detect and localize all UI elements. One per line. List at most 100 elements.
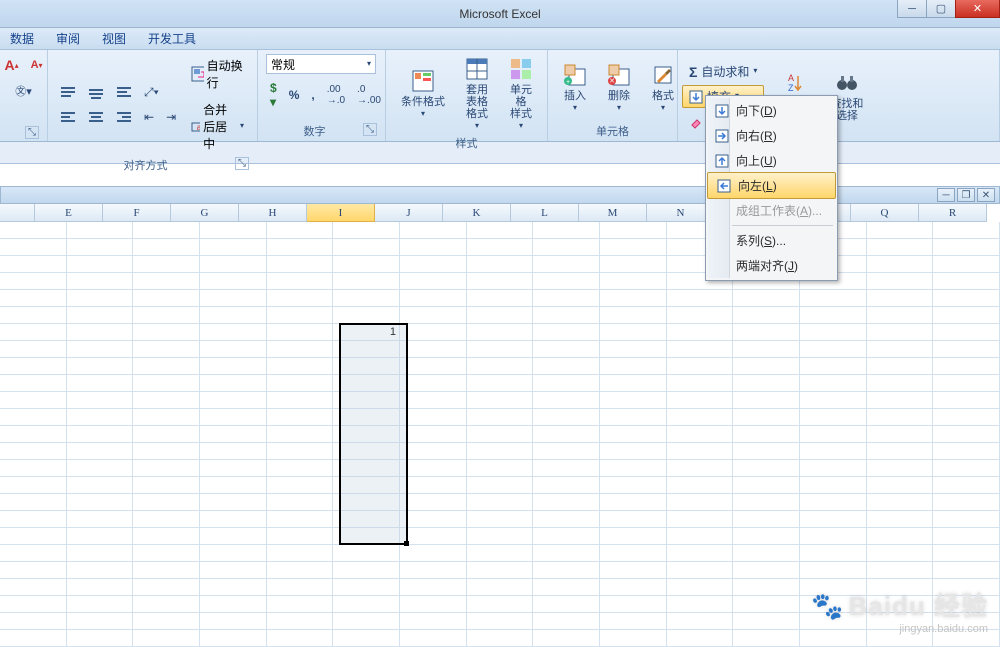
cell[interactable]: [667, 460, 734, 477]
cell[interactable]: [800, 579, 867, 596]
cell[interactable]: [400, 477, 467, 494]
cell[interactable]: [0, 511, 67, 528]
cell[interactable]: [400, 630, 467, 647]
cell[interactable]: [333, 256, 400, 273]
tab-data[interactable]: 数据: [10, 30, 34, 47]
cell[interactable]: [733, 613, 800, 630]
cell[interactable]: [600, 273, 667, 290]
cell[interactable]: [800, 341, 867, 358]
cell[interactable]: [733, 358, 800, 375]
cell[interactable]: [667, 324, 734, 341]
minimize-button[interactable]: ─: [897, 0, 927, 18]
cell[interactable]: [0, 596, 67, 613]
cell[interactable]: [933, 392, 1000, 409]
cell[interactable]: [933, 460, 1000, 477]
cell[interactable]: [200, 426, 267, 443]
col-header[interactable]: L: [511, 204, 579, 222]
cell[interactable]: [333, 460, 400, 477]
cell[interactable]: [67, 477, 134, 494]
cell[interactable]: [200, 307, 267, 324]
cell[interactable]: [400, 409, 467, 426]
orientation-button[interactable]: ⤢▾: [140, 82, 163, 103]
col-header[interactable]: K: [443, 204, 511, 222]
conditional-format-button[interactable]: 条件格式 ▾: [394, 66, 452, 121]
cell[interactable]: [867, 256, 934, 273]
cell[interactable]: [0, 273, 67, 290]
format-button[interactable]: 格式 ▾: [644, 60, 682, 115]
cell[interactable]: [933, 341, 1000, 358]
number-format-dropdown[interactable]: 常规 ▾: [266, 54, 376, 74]
align-bottom-button[interactable]: [112, 83, 136, 103]
cell[interactable]: [533, 460, 600, 477]
cell[interactable]: [333, 630, 400, 647]
cell[interactable]: [67, 290, 134, 307]
cell[interactable]: [67, 426, 134, 443]
cell[interactable]: [733, 477, 800, 494]
cell[interactable]: [467, 477, 534, 494]
cell[interactable]: [333, 307, 400, 324]
cell[interactable]: [133, 494, 200, 511]
align-top-button[interactable]: [56, 83, 80, 103]
cell[interactable]: [400, 341, 467, 358]
cell[interactable]: [600, 579, 667, 596]
cell[interactable]: [533, 562, 600, 579]
comma-button[interactable]: ,: [307, 85, 318, 105]
format-table-button[interactable]: 套用 表格格式 ▾: [458, 54, 496, 133]
cell[interactable]: [400, 273, 467, 290]
cell[interactable]: [267, 409, 334, 426]
cell[interactable]: [867, 596, 934, 613]
cell[interactable]: [733, 341, 800, 358]
cell[interactable]: [0, 579, 67, 596]
autosum-button[interactable]: Σ 自动求和 ▾: [682, 60, 764, 83]
col-header[interactable]: M: [579, 204, 647, 222]
cell[interactable]: [467, 545, 534, 562]
cell-styles-button[interactable]: 单元格 样式 ▾: [502, 54, 540, 133]
cell[interactable]: [467, 341, 534, 358]
cell[interactable]: [600, 222, 667, 239]
cell[interactable]: [400, 528, 467, 545]
cell[interactable]: [933, 290, 1000, 307]
cell[interactable]: [400, 358, 467, 375]
cell[interactable]: [200, 477, 267, 494]
cell[interactable]: [800, 409, 867, 426]
cell[interactable]: [867, 375, 934, 392]
cell[interactable]: [867, 392, 934, 409]
cell[interactable]: [333, 290, 400, 307]
cell[interactable]: [600, 630, 667, 647]
cell[interactable]: [333, 579, 400, 596]
cell[interactable]: [800, 477, 867, 494]
cell[interactable]: [600, 494, 667, 511]
cell[interactable]: [200, 341, 267, 358]
cell[interactable]: [467, 511, 534, 528]
align-center-button[interactable]: [84, 107, 108, 127]
cell[interactable]: [533, 375, 600, 392]
cell[interactable]: [467, 324, 534, 341]
cell[interactable]: [67, 358, 134, 375]
shrink-font-button[interactable]: A▾: [27, 56, 47, 74]
cell[interactable]: [667, 596, 734, 613]
cell[interactable]: [133, 256, 200, 273]
cell[interactable]: [267, 596, 334, 613]
cell[interactable]: [600, 324, 667, 341]
cell[interactable]: [267, 290, 334, 307]
cell[interactable]: [933, 596, 1000, 613]
cell[interactable]: [533, 358, 600, 375]
cell[interactable]: [733, 443, 800, 460]
cell[interactable]: [467, 562, 534, 579]
fill-justify-item[interactable]: 两端对齐(J): [706, 253, 837, 278]
cell[interactable]: [533, 222, 600, 239]
cell[interactable]: [267, 341, 334, 358]
cell[interactable]: [867, 477, 934, 494]
cell[interactable]: [800, 324, 867, 341]
cell[interactable]: [267, 426, 334, 443]
insert-button[interactable]: + 插入 ▾: [556, 60, 594, 115]
cell[interactable]: [333, 341, 400, 358]
cell[interactable]: [800, 426, 867, 443]
cell[interactable]: [133, 392, 200, 409]
increase-decimal-button[interactable]: .00→.0: [323, 81, 349, 109]
cell[interactable]: [333, 494, 400, 511]
cell[interactable]: [467, 222, 534, 239]
cell[interactable]: [733, 630, 800, 647]
cell[interactable]: [667, 443, 734, 460]
cell[interactable]: [733, 307, 800, 324]
